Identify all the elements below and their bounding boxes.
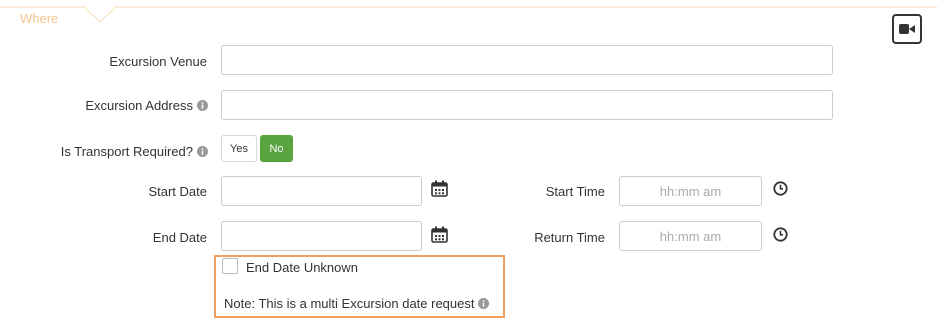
transport-required-label-text: Is Transport Required?	[60, 144, 193, 159]
start-date-label-text: Start Date	[148, 184, 207, 199]
end-date-label: End Date	[153, 230, 207, 246]
transport-yes-button[interactable]: Yes	[221, 135, 257, 162]
info-icon	[478, 298, 490, 309]
video-camera-icon	[899, 24, 915, 34]
return-time-label-text: Return Time	[534, 230, 605, 245]
calendar-icon[interactable]	[431, 226, 448, 243]
multi-date-note: Note: This is a multi Excursion date req…	[224, 296, 490, 312]
multi-date-note-text: Note: This is a multi Excursion date req…	[224, 296, 475, 311]
transport-no-label: No	[269, 142, 284, 155]
start-time-label: Start Time	[546, 184, 605, 200]
clock-icon[interactable]	[773, 181, 788, 196]
start-time-label-text: Start Time	[545, 184, 605, 199]
video-button[interactable]	[892, 14, 922, 44]
end-date-unknown-checkbox[interactable]	[222, 258, 238, 274]
clock-icon[interactable]	[773, 227, 788, 242]
excursion-venue-input[interactable]	[221, 45, 833, 75]
section-title: Where	[20, 11, 59, 26]
calendar-icon[interactable]	[431, 180, 448, 197]
start-date-label: Start Date	[148, 184, 207, 200]
end-date-input[interactable]	[221, 221, 422, 251]
excursion-address-input[interactable]	[221, 90, 833, 120]
start-date-input[interactable]	[221, 176, 422, 206]
end-date-label-text: End Date	[152, 230, 207, 245]
transport-required-label: Is Transport Required?	[61, 144, 208, 160]
excursion-address-label-text: Excursion Address	[85, 98, 193, 113]
excursion-venue-label: Excursion Venue	[109, 54, 207, 70]
transport-no-button[interactable]: No	[260, 135, 293, 162]
info-icon	[197, 146, 208, 157]
excursion-address-label: Excursion Address	[85, 98, 208, 114]
excursion-venue-label-text: Excursion Venue	[109, 54, 207, 69]
section-tab-line	[0, 6, 937, 23]
start-time-input[interactable]	[619, 176, 762, 206]
info-icon	[197, 100, 208, 111]
return-time-label: Return Time	[534, 230, 605, 246]
section-header: Where	[0, 0, 937, 30]
transport-yes-label: Yes	[230, 142, 248, 155]
end-date-unknown-label[interactable]: End Date Unknown	[246, 260, 358, 276]
return-time-input[interactable]	[619, 221, 762, 251]
